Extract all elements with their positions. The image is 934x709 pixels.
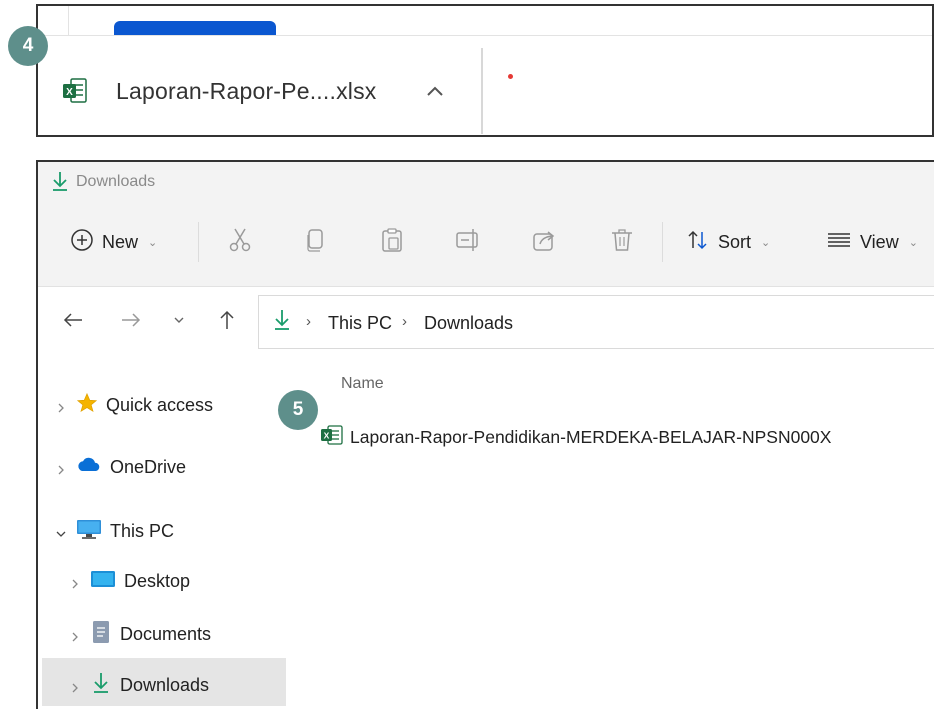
tab-divider: [68, 6, 69, 36]
download-arrow-icon: [50, 170, 70, 197]
excel-file-icon: X: [320, 424, 344, 451]
forward-arrow-icon[interactable]: [118, 307, 144, 333]
breadcrumb-this-pc[interactable]: This PC: [328, 313, 392, 334]
excel-file-icon: X: [62, 76, 88, 111]
red-dot: [508, 74, 513, 79]
file-explorer-window: Downloads New ⌄ Sort ⌄ View ⌄ › This PC …: [36, 160, 934, 709]
share-icon[interactable]: [530, 226, 558, 254]
sort-button[interactable]: Sort ⌄: [686, 228, 770, 257]
plus-circle-icon: [70, 228, 94, 257]
delete-icon[interactable]: [608, 226, 636, 254]
view-label: View: [860, 232, 899, 252]
sidebar-item-this-pc[interactable]: This PC: [54, 518, 174, 545]
sidebar-label: This PC: [110, 521, 175, 541]
chevron-down-icon: ⌄: [908, 237, 918, 249]
download-arrow-icon: [272, 308, 292, 337]
breadcrumb-downloads[interactable]: Downloads: [424, 313, 513, 334]
monitor-icon: [76, 518, 102, 545]
sidebar-label: Documents: [120, 624, 212, 644]
chevron-right-icon: [68, 679, 82, 693]
view-button[interactable]: View ⌄: [826, 228, 918, 257]
command-bar: [38, 202, 934, 287]
download-bar-border: [38, 35, 932, 36]
desktop-folder-icon: [90, 569, 116, 594]
download-file-name[interactable]: Laporan-Rapor-Pe....xlsx: [116, 78, 376, 105]
chevron-right-icon: [68, 628, 82, 642]
star-icon: [76, 392, 98, 419]
chevron-down-icon: ⌄: [761, 237, 771, 249]
sort-label: Sort: [718, 232, 752, 252]
toolbar-separator: [662, 222, 663, 262]
step-badge-5: 5: [278, 390, 318, 430]
view-lines-icon: [826, 228, 852, 257]
toolbar-separator: [198, 222, 199, 262]
sidebar-label: Desktop: [124, 571, 191, 591]
up-arrow-icon[interactable]: [214, 307, 240, 333]
chevron-down-icon: ⌄: [148, 237, 158, 249]
title-bar: [38, 162, 934, 202]
chevron-up-icon[interactable]: [420, 76, 450, 106]
back-arrow-icon[interactable]: [60, 307, 86, 333]
file-list-item[interactable]: X Laporan-Rapor-Pendidikan-MERDEKA-BELAJ…: [320, 424, 831, 451]
sidebar-label: Downloads: [120, 675, 210, 695]
svg-text:X: X: [66, 87, 73, 98]
sidebar-label: OneDrive: [110, 457, 187, 477]
chevron-down-icon: [54, 525, 68, 539]
sidebar-label: Quick access: [106, 395, 214, 415]
file-name: Laporan-Rapor-Pendidikan-MERDEKA-BELAJAR…: [350, 427, 832, 447]
document-icon: [90, 620, 112, 649]
active-tab-indicator: [114, 21, 276, 35]
cut-icon[interactable]: [226, 226, 254, 254]
step-badge-4: 4: [8, 26, 48, 66]
svg-text:X: X: [324, 431, 330, 441]
chevron-right-icon: [54, 461, 68, 475]
new-button[interactable]: New ⌄: [70, 228, 157, 257]
copy-icon[interactable]: [302, 226, 330, 254]
rename-icon[interactable]: [454, 226, 482, 254]
sidebar-item-onedrive[interactable]: OneDrive: [54, 455, 186, 480]
new-label: New: [102, 232, 139, 252]
column-header-name[interactable]: Name: [341, 375, 384, 393]
sidebar-item-quick-access[interactable]: Quick access: [54, 392, 213, 419]
download-arrow-icon: [90, 671, 112, 700]
sidebar-item-desktop[interactable]: Desktop: [68, 569, 190, 594]
breadcrumb-chevron-icon: ›: [402, 313, 407, 330]
cloud-icon: [76, 455, 102, 480]
chevron-right-icon: [54, 399, 68, 413]
sidebar-item-documents[interactable]: Documents: [68, 620, 211, 649]
chevron-down-icon[interactable]: [166, 307, 192, 333]
window-title: Downloads: [76, 173, 156, 190]
sort-arrows-icon: [686, 228, 710, 257]
sidebar-item-downloads[interactable]: Downloads: [68, 671, 209, 700]
download-bar-separator: [481, 48, 483, 134]
breadcrumb-chevron-icon: ›: [306, 313, 311, 330]
chevron-right-icon: [68, 575, 82, 589]
paste-icon[interactable]: [378, 226, 406, 254]
download-bar-panel: X Laporan-Rapor-Pe....xlsx: [36, 4, 934, 137]
